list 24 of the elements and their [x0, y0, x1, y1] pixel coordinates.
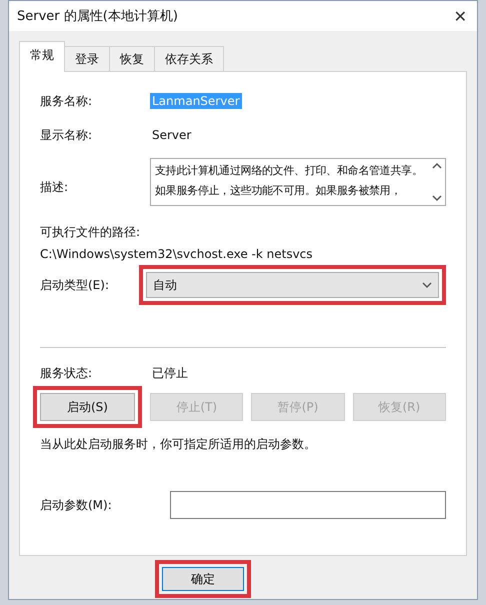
start-parameters-field[interactable] [170, 491, 446, 519]
chevron-down-icon[interactable] [422, 282, 432, 288]
field-label: 描述: [40, 178, 70, 196]
status-value: 已停止 [151, 364, 189, 382]
description-box[interactable]: 支持此计算机通过网络的文件、打印、和命名管道共享。如果服务停止，这些功能不可用。如果服务被禁用， [150, 158, 446, 206]
service-button[interactable]: 启动(S) [40, 393, 135, 421]
hint-text: 当从此处启动服务时，你可指定所适用的启动参数。 [40, 436, 317, 453]
field-label: 显示名称: [40, 126, 94, 144]
field-label: 启动参数(M): [40, 496, 113, 514]
window-title: Server 的属性(本地计算机) [17, 8, 178, 25]
path-value: C:\Windows\system32\svchost.exe -k netsvcs [40, 247, 314, 261]
service-name-value: LanmanServer [150, 93, 242, 109]
field-label: 可执行文件的路径: [40, 224, 142, 241]
display-name-value: Server [151, 127, 192, 143]
tab[interactable]: 常规 [19, 41, 65, 72]
close-button[interactable]: ✕ [454, 6, 467, 26]
scroll-up-icon[interactable] [432, 162, 442, 169]
field-label: 服务名称: [40, 92, 94, 110]
scroll-down-icon[interactable] [432, 195, 442, 202]
field-label: 启动类型(E): [40, 276, 110, 294]
tab[interactable]: 依存关系 [154, 46, 224, 72]
startup-type-dropdown[interactable]: 自动 [146, 272, 439, 298]
ok-button[interactable]: 确定 [162, 567, 244, 591]
field-label: 服务状态: [40, 364, 94, 382]
